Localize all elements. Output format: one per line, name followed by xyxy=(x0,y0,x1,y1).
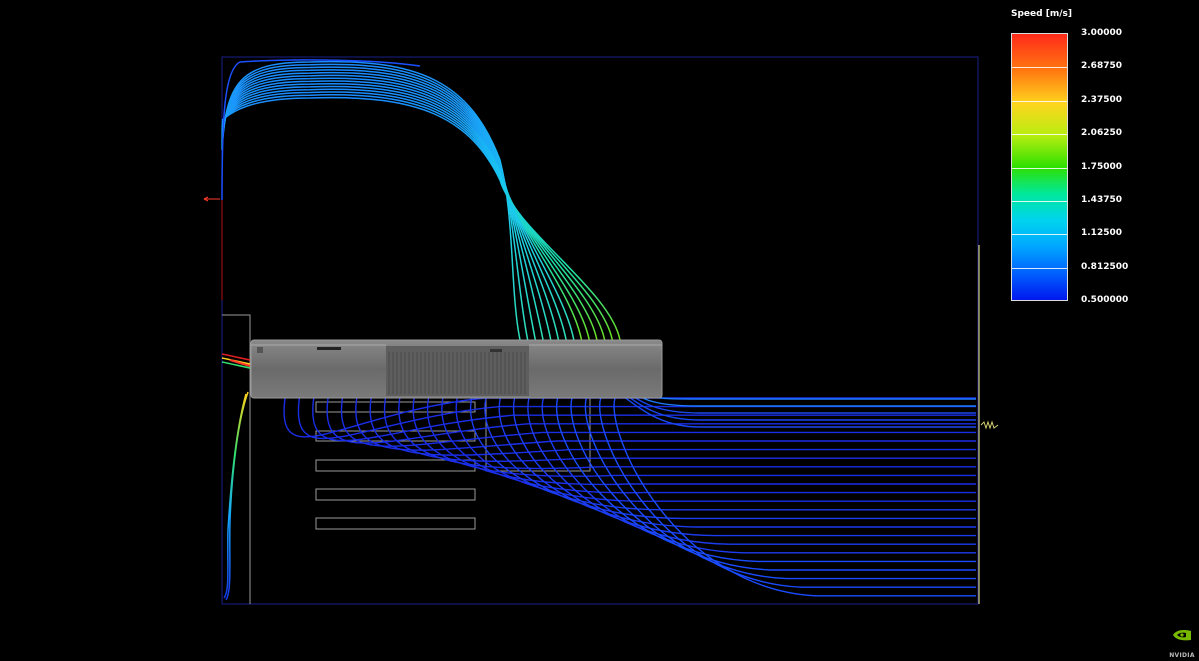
legend-tick-label: 0.812500 xyxy=(1081,261,1129,272)
streamline xyxy=(221,96,621,341)
streamline xyxy=(498,397,976,528)
legend-tick-label: 1.75000 xyxy=(1081,161,1122,172)
legend-tick-label: 1.43750 xyxy=(1081,194,1122,205)
speed-colorbar xyxy=(1011,33,1068,301)
domain-boundary xyxy=(221,56,979,605)
heatsink-fins xyxy=(388,352,526,394)
legend-tick-label: 1.12500 xyxy=(1081,228,1122,239)
colorbar-tick-line xyxy=(1012,100,1067,102)
legend-tick-label: 2.68750 xyxy=(1081,61,1122,72)
lower-streamlines xyxy=(283,377,976,597)
left-streamlines xyxy=(221,353,251,601)
recirculation-streamlines xyxy=(221,59,621,341)
streamline xyxy=(619,377,976,400)
colorbar-tick-line xyxy=(1012,200,1067,202)
gpu-card[interactable] xyxy=(250,339,663,399)
inlet-arrow-icon xyxy=(980,420,999,430)
legend-tick-label: 2.06250 xyxy=(1081,128,1122,139)
streamline xyxy=(221,91,606,341)
streamline xyxy=(221,66,537,341)
colorbar-tick-line xyxy=(1012,67,1067,69)
colorbar-tick-line xyxy=(1012,267,1067,269)
colorbar-tick-line xyxy=(1012,167,1067,169)
streamline xyxy=(221,63,529,341)
streamline xyxy=(221,69,544,341)
legend-tick-label: 2.37500 xyxy=(1081,94,1122,105)
streamline xyxy=(221,60,521,341)
nvidia-logo: NVIDIA xyxy=(1169,628,1195,661)
logo-text: NVIDIA xyxy=(1169,652,1195,659)
streamline xyxy=(619,381,976,407)
legend-title: Speed [m/s] xyxy=(1011,9,1072,19)
streamline xyxy=(312,397,976,442)
nvidia-eye-icon xyxy=(1173,630,1191,641)
streamline xyxy=(555,397,976,563)
colorbar-tick-line xyxy=(1012,234,1067,236)
outlet-arrow-icon xyxy=(203,196,220,202)
legend-tick-label: 0.500000 xyxy=(1081,295,1129,305)
colorbar-tick-line xyxy=(1012,134,1067,136)
legend-tick-label: 3.00000 xyxy=(1081,28,1122,38)
streamline xyxy=(584,397,976,580)
streamline xyxy=(221,94,614,341)
streamline xyxy=(412,397,976,477)
streamline xyxy=(221,71,552,341)
